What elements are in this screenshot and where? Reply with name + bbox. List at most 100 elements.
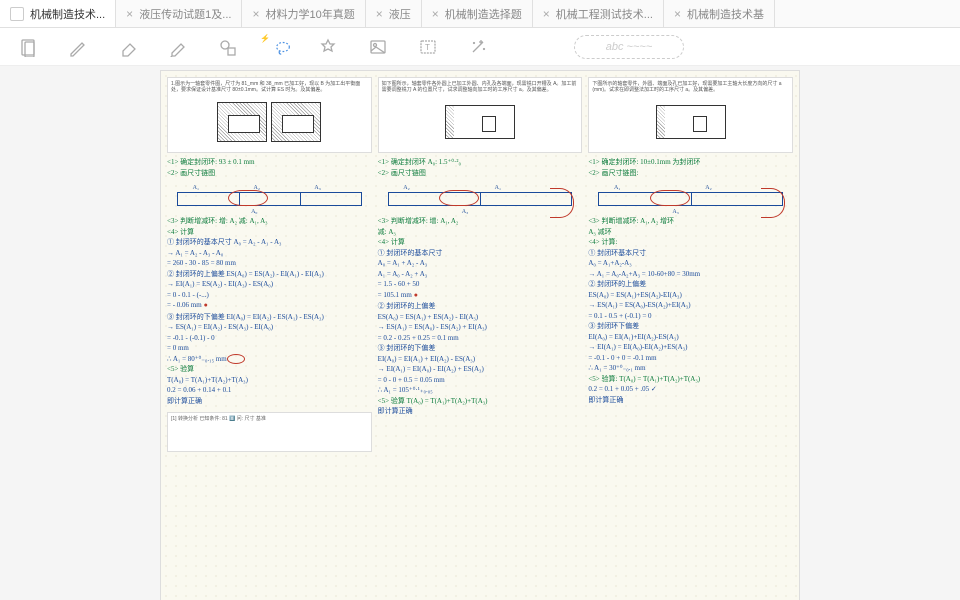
bluetooth-icon: ⚡: [260, 34, 270, 43]
handwriting-line: → ES(A₁) = EI(A₂) - ES(A₃) - EI(A₀): [167, 322, 372, 333]
shapes-icon: [218, 37, 238, 57]
handwriting-line: ∴ A₁ = 30⁺⁰₋₀.₁ mm: [588, 363, 793, 374]
handwriting-line: ③ 封闭环下偏差: [588, 321, 793, 332]
handwriting-line: A₃ 减环: [588, 227, 793, 238]
problem-box: 1.图示为一轴套零件图，尺寸为 81_mm 和 38_mm 已加工好，现以 B …: [167, 77, 372, 153]
page-icon: [18, 37, 38, 57]
handwriting-line: A₁ = A₀ - A₂ + A₃: [378, 269, 583, 280]
handwriting-line: EI(A₀) = EI(A₁)+EI(A₂)-ES(A₃): [588, 332, 793, 343]
engineering-diagram: [382, 95, 579, 149]
handwriting-line: = 260 - 30 - 85 = 80 mm: [167, 258, 372, 269]
handwriting-line: = -0.1 - (-0.1) - 0: [167, 333, 372, 344]
close-icon[interactable]: ×: [376, 7, 383, 21]
svg-text:T: T: [425, 43, 430, 52]
handwriting-line: <4> 计算:: [588, 237, 793, 248]
dimension-chain: A₁A₂A₃A₀: [167, 182, 372, 212]
canvas-area[interactable]: 1.图示为一轴套零件图，尺寸为 81_mm 和 38_mm 已加工好，现以 B …: [0, 66, 960, 600]
engineering-diagram: [171, 95, 368, 149]
image-tool[interactable]: [364, 33, 392, 61]
tab-label: 机械工程测试技术...: [556, 6, 653, 22]
lasso-icon: [274, 37, 292, 57]
page-tool[interactable]: [14, 33, 42, 61]
secondary-problem: [1] 转换分析 已知条件: 81 0️⃣ 问: 尺寸 基准: [167, 412, 372, 452]
tab-split-icon[interactable]: [10, 7, 24, 21]
handwriting-line: ② 封闭环的上偏差 ES(A₀) = ES(A₂) - EI(A₁) - EI(…: [167, 269, 372, 280]
handwriting-line: ③ 封闭环的下偏差 EI(A₀) = EI(A₂) - ES(A₁) - ES(…: [167, 312, 372, 323]
handwriting-line: 0.2 = 0.06 + 0.14 + 0.1: [167, 385, 372, 396]
highlighter-tool[interactable]: [164, 33, 192, 61]
handwriting-line: EI(A₀) = EI(A₁) + EI(A₂) - ES(A₃): [378, 354, 583, 365]
tab[interactable]: × 液压: [366, 0, 422, 27]
handwriting-line: A₀ = A₁+A₂-A₃: [588, 258, 793, 269]
handwriting-line: <3> 判断增减环: 增: A₂ 减: A₁, A₃: [167, 216, 372, 227]
handwriting-line: 即计算正确: [378, 406, 583, 417]
handwriting-line: = 105.1 mm ●: [378, 290, 583, 302]
stamp-icon: [318, 37, 338, 57]
handwriting-line: ES(A₀) = ES(A₁)+ES(A₂)-EI(A₃): [588, 290, 793, 301]
tab[interactable]: × 机械制造选择题: [422, 0, 533, 27]
handwriting-line: ② 封闭环的上偏差: [378, 301, 583, 312]
handwriting-line: = 1.5 - 60 + 50: [378, 279, 583, 290]
shapes-tool[interactable]: [214, 33, 242, 61]
highlighter-icon: [168, 37, 188, 57]
column: 如下图所示，轴套零件各外圆上已加工外圆、内孔及各端面，现需铣口开槽及 A。加工前…: [378, 77, 583, 452]
handwriting-line: ① 封闭环的基本尺寸 A₀ = A₂ - A₁ - A₃: [167, 237, 372, 248]
problem-text: 下图所示的轴套零件，外圆、端面及孔已加工好，现需要加工主轴大长度方向的尺寸 a …: [592, 81, 789, 93]
handwriting-line: = 0 mm: [167, 343, 372, 354]
notebook-page: 1.图示为一轴套零件图，尺寸为 81_mm 和 38_mm 已加工好，现以 B …: [160, 70, 800, 600]
tab[interactable]: × 液压传动试题1及...: [116, 0, 242, 27]
close-icon[interactable]: ×: [543, 7, 550, 21]
column: 下图所示的轴套零件，外圆、端面及孔已加工好，现需要加工主轴大长度方向的尺寸 a …: [588, 77, 793, 452]
tab[interactable]: × 机械工程测试技术...: [533, 0, 664, 27]
eraser-tool[interactable]: [114, 33, 142, 61]
handwriting-line: → ES(A₁) = ES(A₀) - ES(A₂) + EI(A₃): [378, 322, 583, 333]
handwriting-line: ③ 封闭环的下偏差: [378, 343, 583, 354]
handwriting-line: = 0.1 - 0.5 + (-0.1) = 0: [588, 311, 793, 322]
handwriting-line: ① 封闭环的基本尺寸: [378, 248, 583, 259]
close-icon[interactable]: ×: [432, 7, 439, 21]
handwriting-line: T(A₀) = T(A₁)+T(A₂)+T(A₃): [167, 375, 372, 386]
problem-text: 如下图所示，轴套零件各外圆上已加工外圆、内孔及各端面，现需铣口开槽及 A。加工前…: [382, 81, 579, 93]
problem-box: 如下图所示，轴套零件各外圆上已加工外圆、内孔及各端面，现需铣口开槽及 A。加工前…: [378, 77, 583, 153]
handwriting-line: ① 封闭环基本尺寸: [588, 248, 793, 259]
handwriting-line: → EI(A₁) = EI(A₀) - EI(A₂) + ES(A₃): [378, 364, 583, 375]
text-input-preview[interactable]: abc ~~~~: [574, 35, 684, 59]
problem-box: 下图所示的轴套零件，外圆、端面及孔已加工好，现需要加工主轴大长度方向的尺寸 a …: [588, 77, 793, 153]
image-icon: [368, 37, 388, 57]
handwriting-line: 即计算正确: [167, 396, 372, 407]
handwriting-line: <2> 画尺寸链图: [167, 168, 372, 179]
tab-label: 机械制造技术...: [30, 6, 105, 22]
close-icon[interactable]: ×: [674, 7, 681, 21]
text-icon: T: [418, 37, 438, 57]
stamp-tool[interactable]: [314, 33, 342, 61]
handwriting-line: ② 封闭环的上偏差: [588, 279, 793, 290]
handwriting-line: = -0.1 - 0 + 0 = -0.1 mm: [588, 353, 793, 364]
handwriting-line: → EI(A₁) = ES(A₂) - EI(A₃) - ES(A₀): [167, 279, 372, 290]
handwriting-line: <5> 验算: T(A₀) = T(A₁)+T(A₂)+T(A₃): [588, 374, 793, 385]
tab-label: 液压传动试题1及...: [139, 6, 231, 22]
handwriting-line: 即计算正确: [588, 395, 793, 406]
text-tool[interactable]: T: [414, 33, 442, 61]
handwriting-line: → A₁ = A₀-A₂+A₃ = 10-60+80 = 30mm: [588, 269, 793, 280]
handwriting-line: = 0 - 0 + 0.5 = 0.05 mm: [378, 375, 583, 386]
handwriting-line: 减: A₃: [378, 227, 583, 238]
toolbar: ⚡ Tabc ~~~~: [0, 28, 960, 66]
close-icon[interactable]: ×: [252, 7, 259, 21]
tab[interactable]: ×机械制造技术基: [664, 0, 775, 27]
handwriting-line: → EI(A₁) = EI(A₀)-EI(A₂)+ES(A₃): [588, 342, 793, 353]
column: 1.图示为一轴套零件图，尺寸为 81_mm 和 38_mm 已加工好，现以 B …: [167, 77, 372, 452]
handwriting-line: <1> 确定封闭环 A₀: 1.5⁺⁰·²₀: [378, 157, 583, 168]
tab-label: 机械制造选择题: [445, 6, 522, 22]
handwriting-line: ∴ A₁ = 80⁺⁰₋₀.₁₅ mm: [167, 354, 372, 365]
handwriting-line: <5> 验算: [167, 364, 372, 375]
tab[interactable]: 机械制造技术...: [0, 0, 116, 27]
wand-tool[interactable]: [464, 33, 492, 61]
pencil-tool[interactable]: [64, 33, 92, 61]
tab-label: 液压: [389, 6, 411, 22]
close-icon[interactable]: ×: [126, 7, 133, 21]
handwriting-line: <2> 画尺寸链图: [378, 168, 583, 179]
handwriting-line: <2> 画尺寸链图:: [588, 168, 793, 179]
handwriting-line: A₀ = A₁ + A₂ - A₃: [378, 258, 583, 269]
tab[interactable]: ×材料力学10年真题: [242, 0, 365, 27]
lasso-tool[interactable]: ⚡: [264, 33, 292, 61]
